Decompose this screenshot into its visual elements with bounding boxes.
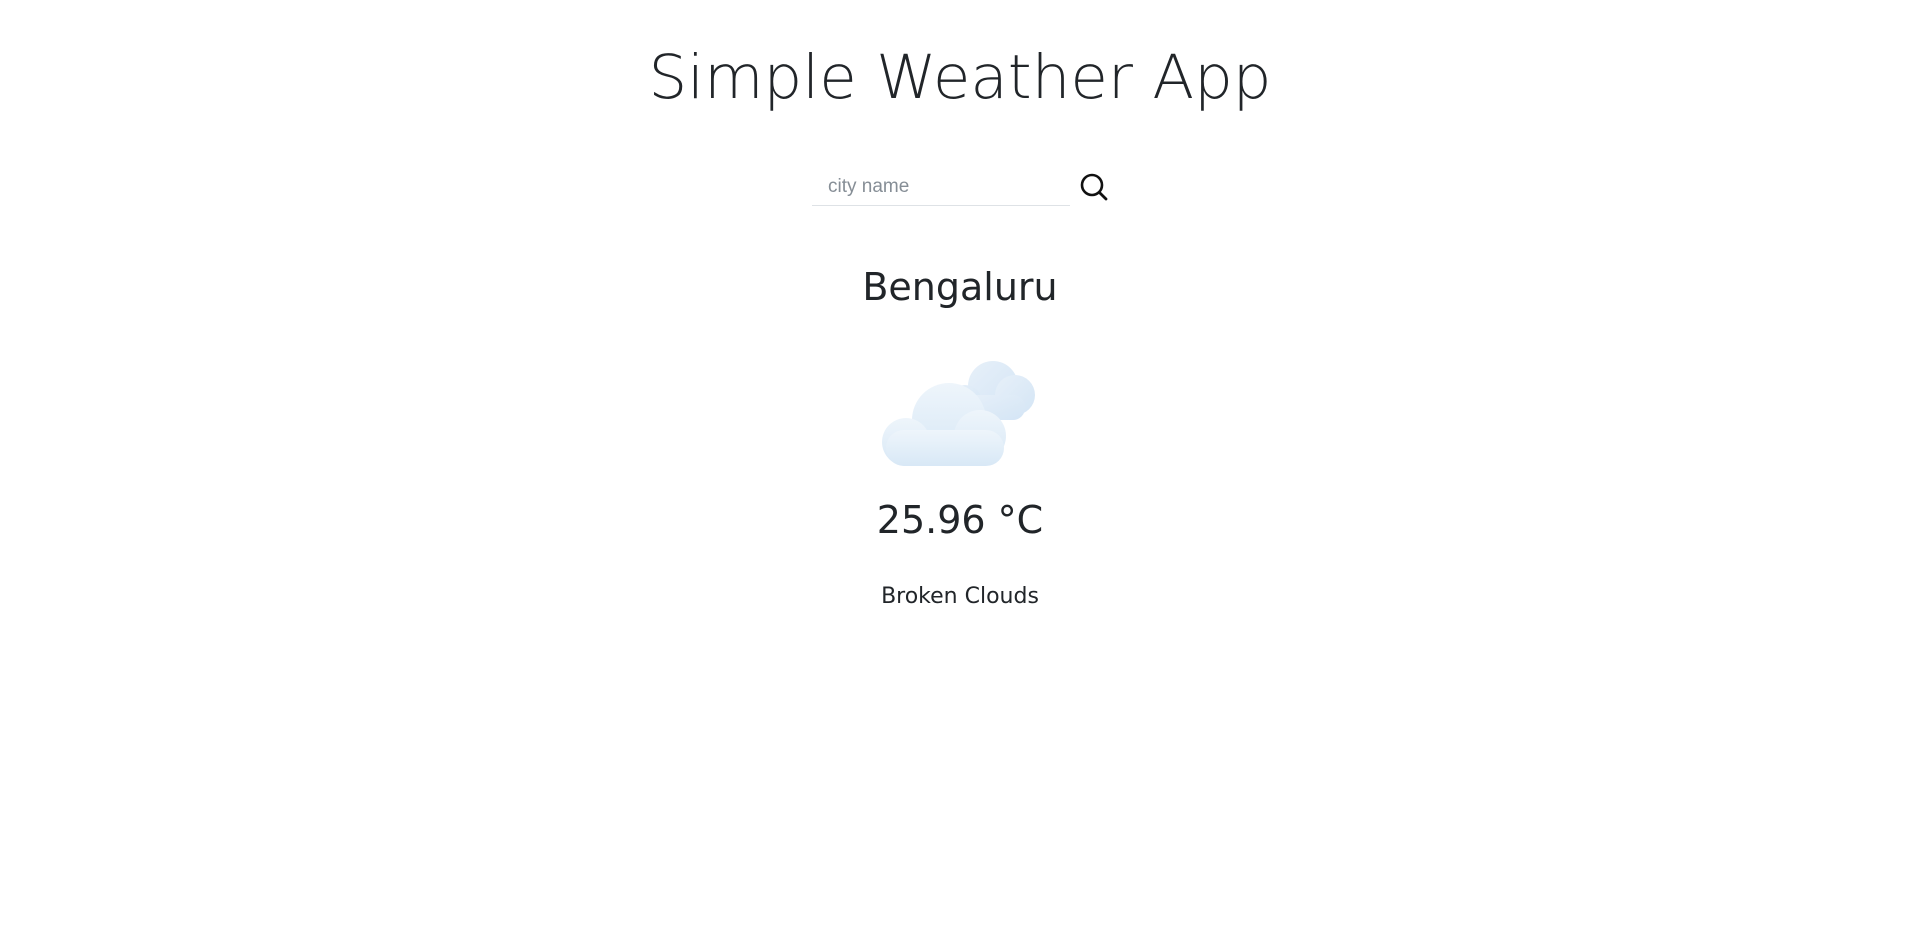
- city-search-input[interactable]: [812, 168, 1070, 206]
- search-icon: [1080, 173, 1108, 201]
- weather-condition: Broken Clouds: [881, 584, 1039, 609]
- weather-app: Simple Weather App Bengaluru: [0, 0, 1920, 932]
- search-button[interactable]: [1076, 170, 1112, 206]
- temperature: 25.96 °C: [876, 498, 1044, 542]
- page-title: Simple Weather App: [648, 42, 1272, 113]
- city-name: Bengaluru: [862, 265, 1058, 309]
- search-bar: [812, 168, 1112, 212]
- broken-clouds-icon: [882, 361, 1035, 466]
